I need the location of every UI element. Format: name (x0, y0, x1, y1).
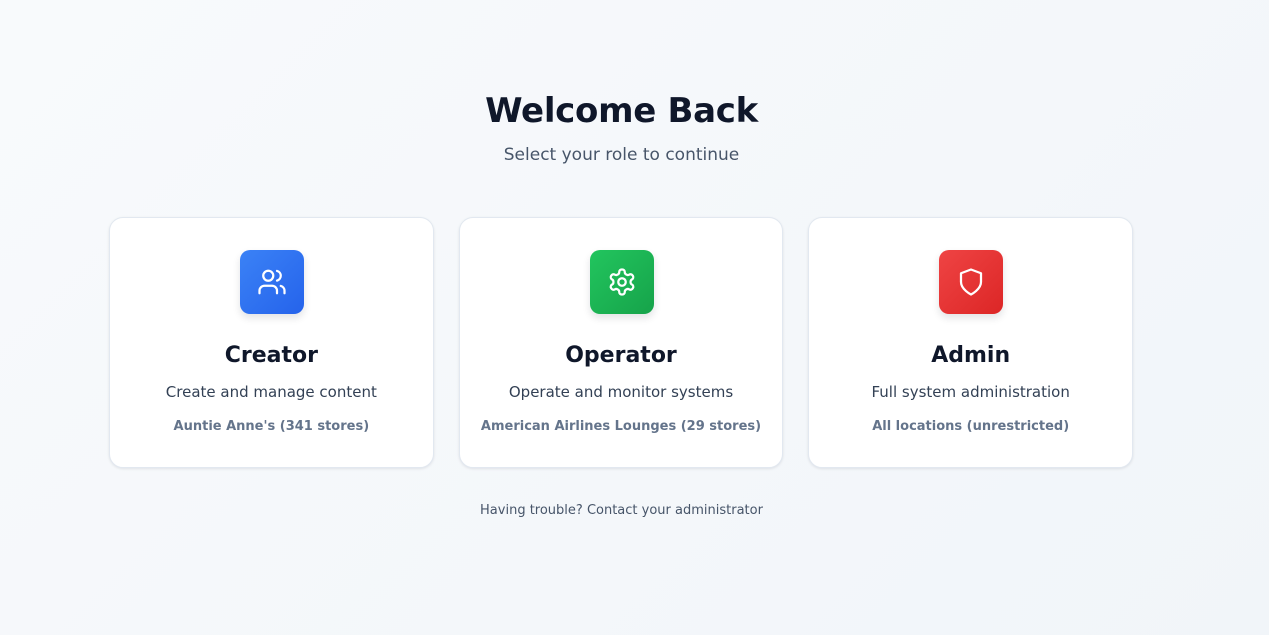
page-header: Welcome Back Select your role to continu… (0, 88, 1243, 166)
page-title: Welcome Back (485, 91, 758, 131)
role-card-list: Creator Create and manage content Auntie… (109, 217, 1134, 468)
role-scope: All locations (unrestricted) (872, 419, 1070, 434)
role-card-admin[interactable]: Admin Full system administration All loc… (808, 217, 1134, 468)
users-icon (240, 250, 304, 314)
role-title: Operator (565, 343, 677, 368)
role-description: Operate and monitor systems (508, 383, 734, 401)
role-title: Admin (931, 343, 1011, 368)
role-title: Creator (224, 343, 318, 368)
role-card-operator[interactable]: Operator Operate and monitor systems Ame… (458, 217, 784, 468)
role-scope: American Airlines Lounges (29 stores) (480, 419, 762, 434)
role-description: Create and manage content (165, 383, 377, 401)
role-scope: Auntie Anne's (341 stores) (173, 419, 370, 434)
page-subtitle: Select your role to continue (503, 145, 740, 165)
shield-icon (939, 250, 1004, 314)
role-selection-page: Welcome Back Select your role to continu… (0, 0, 1269, 635)
gear-icon (589, 250, 654, 314)
role-card-creator[interactable]: Creator Create and manage content Auntie… (109, 217, 434, 468)
role-description: Full system administration (871, 383, 1070, 401)
help-text: Having trouble? Contact your administrat… (480, 503, 763, 518)
